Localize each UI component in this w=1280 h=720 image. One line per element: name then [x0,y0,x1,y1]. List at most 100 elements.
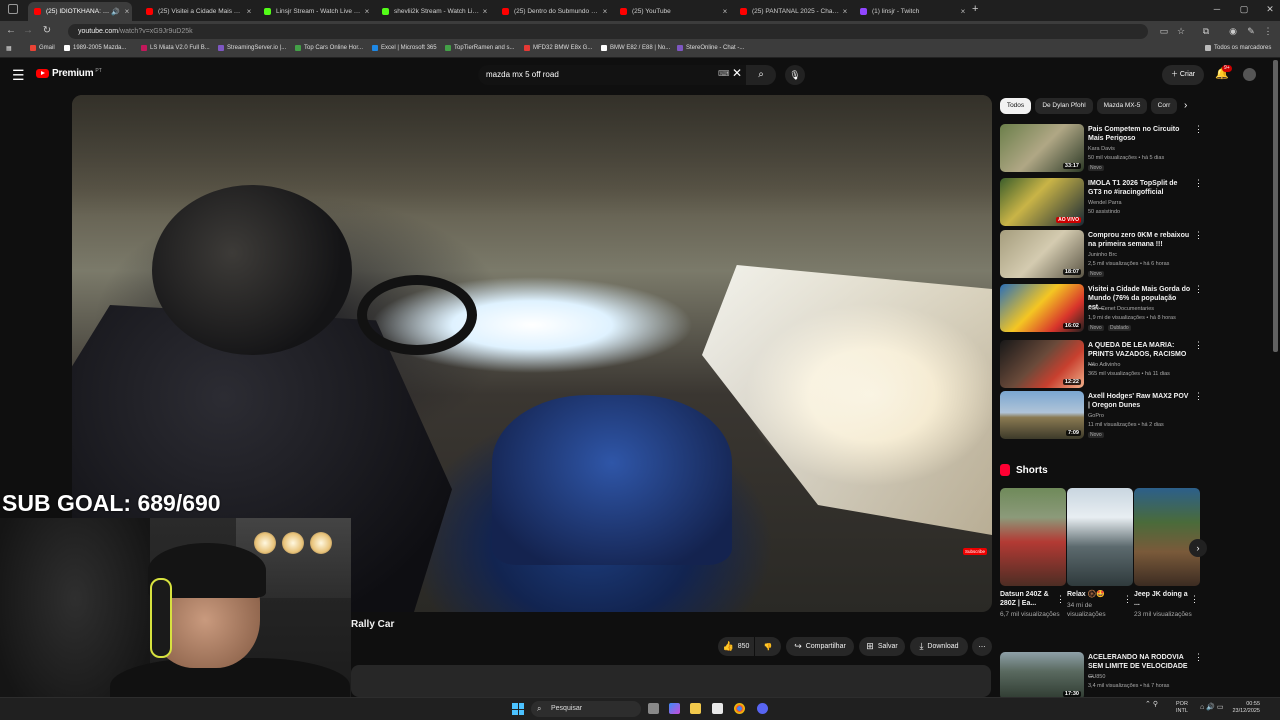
subscribe-watermark[interactable]: Subscribe [963,548,988,555]
menu-icon[interactable]: ☰ [12,67,25,84]
pen-icon[interactable]: ✎ [1245,26,1257,37]
dislike-button[interactable]: 👎 [755,637,781,656]
new-tab-button[interactable]: + [972,3,978,15]
more-icon[interactable]: ⋮ [1262,26,1274,37]
bookmark[interactable]: 1989-2005 Mazda... [64,45,126,51]
more-icon[interactable]: ⋮ [1123,594,1132,605]
chip-mazda[interactable]: Mazda MX-5 [1097,98,1147,114]
chip-corr[interactable]: Corr [1151,98,1177,114]
browser-tab[interactable]: (1) linsjr - Twitch × [854,2,968,21]
all-bookmarks[interactable]: Todos os marcadores [1205,45,1271,51]
taskbar-search[interactable]: ⌕ Pesquisar [531,701,641,717]
bookmark[interactable]: MFD32 BMW E8x G... [524,45,592,51]
more-icon[interactable]: ⋮ [1194,340,1203,351]
copilot-icon[interactable] [669,703,680,714]
clear-search-icon[interactable]: ✕ [732,66,742,80]
more-icon[interactable]: ⋮ [1194,230,1203,241]
recommendation-item[interactable]: 18:07 Comprou zero 0KM e rebaixou na pri… [1000,230,1203,280]
network-icon[interactable]: ⌂ 🔊 ▭ [1200,703,1223,711]
share-button[interactable]: ↪ Compartilhar [786,637,854,656]
system-tray[interactable]: ⌃ ⚲ [1145,700,1158,708]
windows-start-icon[interactable] [512,703,524,715]
voice-search-button[interactable]: 🎙 [785,65,805,85]
close-icon[interactable]: × [244,7,254,16]
discord-icon[interactable] [757,703,768,714]
more-icon[interactable]: ⋮ [1194,178,1203,189]
clock[interactable]: 00:55 23/12/2025 [1228,701,1260,715]
recommendation-item[interactable]: 33:17 Pais Competem no Circuito Mais Per… [1000,124,1203,174]
bookmark[interactable]: LS Miata V2.0 Full B... [141,45,210,51]
store-icon[interactable] [712,703,723,714]
browser-tab[interactable]: (25) IDIOTKHANA: Gymkha🔊× [28,2,132,21]
bookmark-star-icon[interactable]: ☆ [1175,26,1187,37]
more-icon[interactable]: ⋮ [1194,284,1203,295]
back-icon[interactable]: ← [4,25,18,36]
avatar[interactable] [1243,68,1256,81]
close-icon[interactable]: × [600,7,610,16]
recommendation-item[interactable]: 17:30 ACELERANDO NA RODOVIA SEM LIMITE D… [1000,652,1203,702]
chip-channel[interactable]: De Dylan Pfohl [1035,98,1093,114]
browser-tab[interactable]: (25) PANTANAL 2025 - Chapec × [734,2,850,21]
file-explorer-icon[interactable] [690,703,701,714]
browser-tab[interactable]: (25) YouTube × [614,2,730,21]
chevron-right-icon[interactable]: › [1189,539,1207,557]
download-button[interactable]: ⤓ Download [910,637,968,656]
recommendation-item[interactable]: 12:22 A QUEDA DE LEA MARIA: PRINTS VAZAD… [1000,340,1203,390]
bookmark[interactable]: BMW E82 / E88 | No... [601,45,670,51]
bookmark[interactable]: StreamingServer.io |... [218,45,286,51]
task-view-icon[interactable] [648,703,659,714]
recommendation-item[interactable]: AO VIVO IMOLA T1 2026 TopSplit de GT3 no… [1000,178,1203,228]
short-item[interactable]: Datsun 240Z & 280Z | Ea... 6,7 mil visua… [1000,488,1066,619]
bookmark[interactable]: Excel | Microsoft 365 [372,45,437,51]
browser-tab[interactable]: Linsjr Stream - Watch Live on K × [258,2,372,21]
recommendation-item[interactable]: 16:02 Visitei a Cidade Mais Gorda do Mun… [1000,284,1203,334]
browser-tab[interactable]: (25) Visitei a Cidade Mais Gorda × [140,2,254,21]
bookmark[interactable]: Top Cars Online Hor... [295,45,363,51]
search-button[interactable]: ⌕ [746,65,776,85]
close-window-icon[interactable]: ✕ [1259,4,1280,15]
create-button[interactable]: ＋ Criar [1162,65,1204,85]
chip-todos[interactable]: Todos [1000,98,1031,114]
audio-icon[interactable]: 🔊 [111,8,120,16]
bookmark[interactable]: TopTierRamen and s... [445,45,514,51]
close-icon[interactable]: × [720,7,730,16]
extensions-icon[interactable]: ⧉ [1200,26,1212,37]
close-icon[interactable]: × [840,7,850,16]
more-icon[interactable]: ⋮ [1194,652,1203,663]
more-actions-button[interactable]: ⋯ [972,637,992,656]
more-icon[interactable]: ⋮ [1056,594,1065,605]
close-icon[interactable]: × [958,7,968,16]
minimize-icon[interactable]: ─ [1206,4,1228,14]
chevron-right-icon[interactable]: › [1184,100,1187,111]
cast-icon[interactable]: ▭ [1158,26,1170,37]
url-field[interactable]: youtube.com/watch?v=xG9Jr9uD25k [68,24,1148,39]
close-icon[interactable]: × [122,7,132,16]
browser-tab[interactable]: shevlii2k Stream - Watch Live o × [376,2,490,21]
apps-icon[interactable]: ▦ [6,45,12,52]
like-button[interactable]: 👍 850 [718,637,754,656]
save-button[interactable]: ⊞ Salvar [859,637,905,656]
recommendation-item[interactable]: 7:09 Axell Hodges' Raw MAX2 POV | Oregon… [1000,391,1203,441]
more-icon[interactable]: ⋮ [1190,594,1199,605]
bookmark[interactable]: StereOnline - Chat -... [677,45,744,51]
keyboard-icon[interactable]: ⌨ [718,69,730,78]
tab-search-icon[interactable] [8,4,18,14]
more-icon[interactable]: ⋮ [1194,124,1203,135]
maximize-icon[interactable]: ▢ [1233,4,1255,15]
chevron-up-icon[interactable]: ⌃ [1145,701,1151,708]
profile-icon[interactable]: ◉ [1227,26,1239,37]
youtube-logo[interactable]: Premium PT [36,68,102,79]
short-item[interactable]: Relax 🛞🤩 34 mi de visualizações ⋮ [1067,488,1133,619]
browser-tab[interactable]: (25) Dentro do Submundo Beg × [496,2,610,21]
close-icon[interactable]: × [362,7,372,16]
reload-icon[interactable]: ↻ [40,25,54,36]
forward-icon[interactable]: → [21,25,35,36]
language-indicator[interactable]: POR INTL [1176,701,1188,715]
bookmark[interactable]: Gmail [30,45,55,51]
scrollbar[interactable] [1273,60,1278,352]
close-icon[interactable]: × [480,7,490,16]
more-icon[interactable]: ⋮ [1194,391,1203,402]
chrome-icon[interactable] [734,703,745,714]
search-input[interactable]: mazda mx 5 off road [478,65,746,85]
description-box[interactable] [351,665,991,697]
